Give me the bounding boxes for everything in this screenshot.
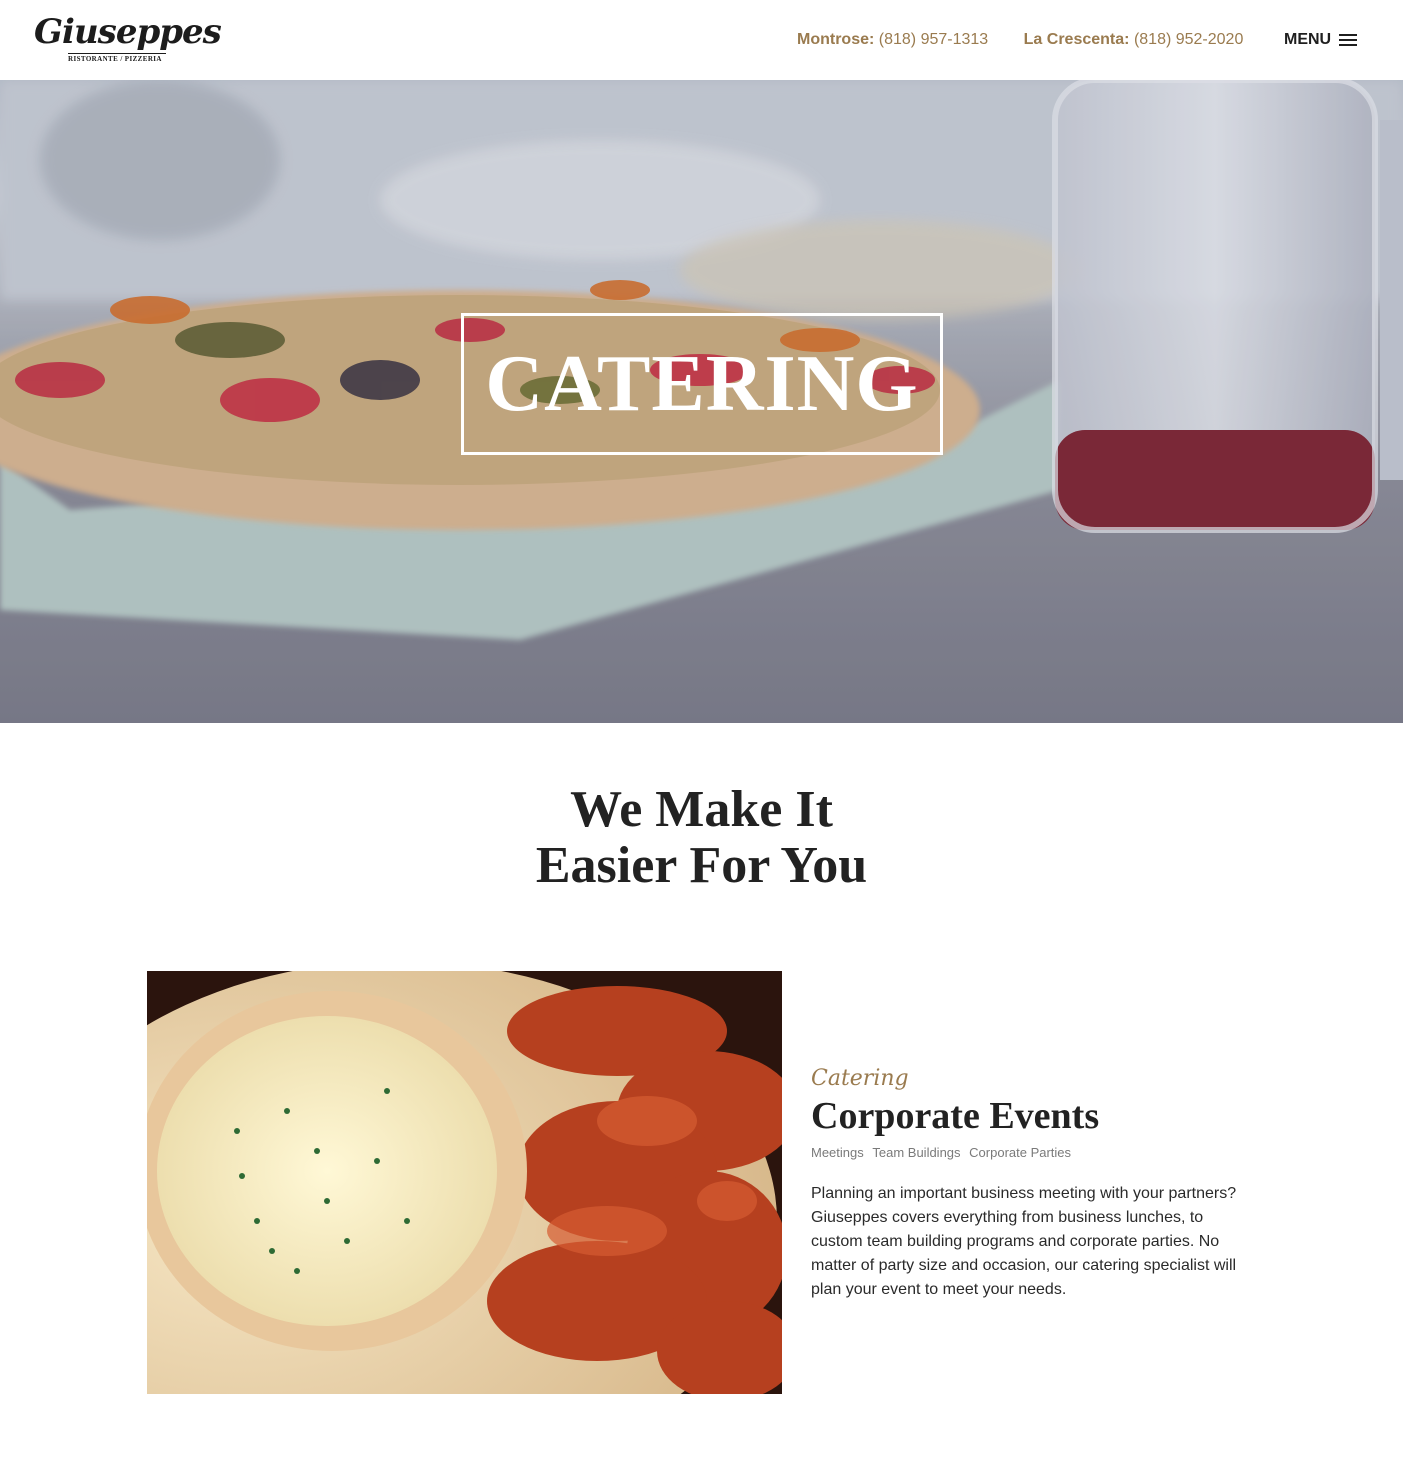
phone-number: (818) 957-1313 [878,31,989,48]
phone-location-label: La Crescenta: [1023,31,1130,48]
tag-meetings: Meetings [811,1145,864,1160]
section-title: Corporate Events [811,1095,1100,1137]
intro-heading-line-2: Easier For You [535,837,868,894]
phone-la-crescenta[interactable]: La Crescenta: (818) 952-2020 [1024,30,1244,50]
phone-number: (818) 952-2020 [1133,31,1244,48]
tag-corporate-parties: Corporate Parties [969,1145,1072,1160]
site-header: Giuseppes RISTORANTE / PIZZERIA Montrose… [0,0,1403,80]
intro-heading-line-1: We Make It [570,781,833,838]
section-description: Planning an important business meeting w… [811,1185,1237,1298]
hamburger-icon [1339,34,1358,46]
logo-rule [68,53,166,54]
hero-title-frame: CATERING [461,313,943,455]
giuseppes-logo[interactable]: Giuseppes RISTORANTE / PIZZERIA [34,12,222,68]
tag-team-buildings: Team Buildings [872,1145,961,1160]
menu-label: MENU [1284,31,1332,48]
logo-wordmark: Giuseppes [34,12,222,52]
event-tags: Meetings Team Buildings Corporate Partie… [811,1144,1251,1162]
intro-heading: We Make It Easier For You [0,782,1403,894]
page-title: CATERING [485,340,919,428]
corporate-events-image [147,971,782,1394]
wings-and-dip-photo [147,971,782,1394]
hero-banner: CATERING [0,80,1403,723]
logo-subtitle: RISTORANTE / PIZZERIA [68,55,162,63]
phone-montrose[interactable]: Montrose: (818) 957-1313 [797,30,988,50]
phone-location-label: Montrose: [797,31,875,48]
phone-numbers: Montrose: (818) 957-1313 La Crescenta: (… [797,30,1243,50]
section-kicker: Catering [811,1066,909,1091]
corporate-events-content: Catering Corporate Events Meetings Team … [811,1064,1251,1302]
menu-button[interactable]: MENU [1284,30,1358,50]
